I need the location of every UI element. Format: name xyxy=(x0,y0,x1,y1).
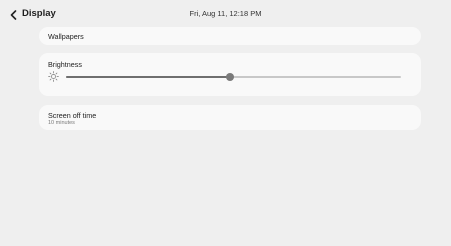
brightness-slider-fill xyxy=(66,76,231,78)
brightness-slider[interactable] xyxy=(66,73,401,81)
screen-off-time-item[interactable]: Screen off time 10 minutes xyxy=(39,105,421,130)
brightness-slider-thumb[interactable] xyxy=(226,73,235,81)
brightness-label: Brightness xyxy=(48,60,82,69)
screen-off-time-label: Screen off time xyxy=(48,111,97,120)
top-bar: Display Fri, Aug 11, 12:18 PM xyxy=(0,0,451,30)
wallpapers-label: Wallpapers xyxy=(48,32,84,41)
brightness-card: Brightness xyxy=(39,53,421,96)
screen-off-time-value: 10 minutes xyxy=(48,120,75,126)
wallpapers-item[interactable]: Wallpapers xyxy=(39,27,421,45)
date-time: Fri, Aug 11, 12:18 PM xyxy=(189,9,262,18)
sun-icon xyxy=(48,71,59,82)
